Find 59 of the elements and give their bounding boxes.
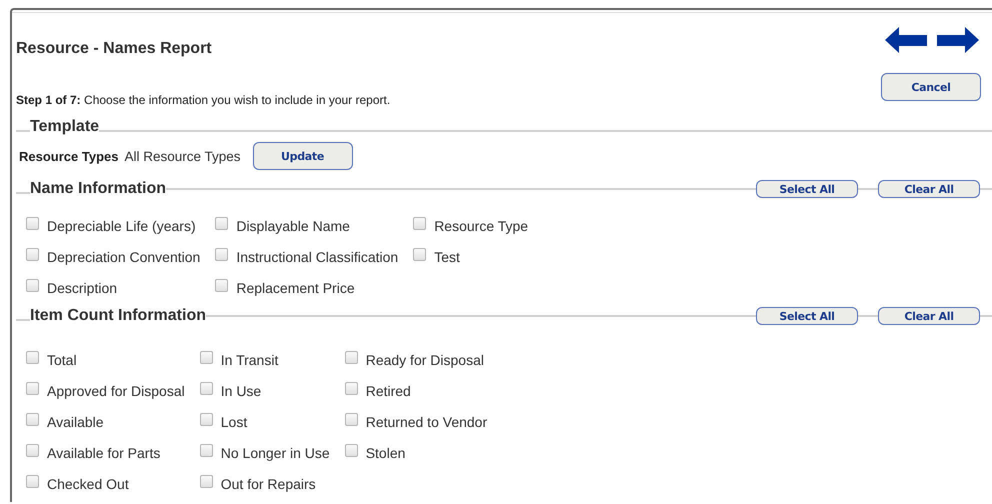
checkbox-label: Returned to Vendor	[366, 414, 488, 430]
checkbox-label: In Use	[220, 382, 262, 398]
checkbox-label: No Longer in Use	[220, 444, 330, 460]
field-value: All Resource Types	[124, 148, 241, 164]
checkbox[interactable]	[344, 444, 358, 457]
checkbox[interactable]	[215, 217, 228, 230]
checkbox-label: Description	[47, 280, 118, 296]
checkbox[interactable]	[344, 351, 358, 364]
checkbox[interactable]	[26, 382, 39, 395]
checkbox[interactable]	[344, 382, 358, 395]
checkbox[interactable]	[215, 279, 228, 292]
clear-all-button[interactable]: Clear All	[878, 180, 980, 198]
checkbox[interactable]	[26, 413, 39, 426]
field-label: Resource Types	[19, 148, 118, 164]
forward-arrow-icon[interactable]	[937, 27, 979, 53]
checkbox[interactable]	[200, 413, 213, 426]
checkbox-label: Retired	[366, 382, 411, 398]
checkbox-label: Resource Type	[434, 218, 528, 234]
checkbox-label: Out for Repairs	[220, 476, 316, 492]
checkbox[interactable]	[200, 475, 213, 488]
checkbox-label: Displayable Name	[236, 218, 350, 234]
select-all-button[interactable]: Select All	[756, 307, 858, 325]
checkbox-label: Available for Parts	[47, 444, 160, 460]
section-title: Template	[30, 118, 100, 136]
checkbox[interactable]	[413, 217, 426, 230]
checkbox[interactable]	[26, 217, 39, 230]
checkbox[interactable]	[26, 444, 39, 457]
checkbox[interactable]	[215, 248, 228, 261]
checkbox-label: Available	[47, 414, 104, 430]
checkbox-label: Checked Out	[47, 476, 129, 492]
checkbox-label: Depreciation Convention	[47, 248, 200, 264]
checkbox[interactable]	[200, 351, 213, 364]
section-title: Item Count Information	[30, 307, 206, 325]
section-title: Name Information	[30, 180, 166, 198]
checkbox-label: Ready for Disposal	[366, 352, 484, 368]
checkbox-label: Replacement Price	[236, 280, 355, 296]
checkbox[interactable]	[200, 444, 213, 457]
checkbox-label: Approved for Disposal	[47, 382, 185, 398]
back-arrow-icon[interactable]	[885, 27, 927, 53]
window-title: Resource - Names Report	[16, 40, 212, 58]
checkbox-label: Total	[47, 352, 77, 368]
cancel-button[interactable]: Cancel	[881, 73, 981, 101]
checkbox[interactable]	[413, 248, 426, 261]
checkbox-label: Instructional Classification	[236, 248, 398, 264]
checkbox[interactable]	[26, 351, 39, 364]
checkbox[interactable]	[26, 279, 39, 292]
checkbox-label: Stolen	[366, 444, 406, 460]
checkbox[interactable]	[26, 475, 39, 488]
update-button[interactable]: Update	[252, 142, 353, 170]
checkbox-label: Depreciable Life (years)	[47, 218, 196, 234]
checkbox[interactable]	[26, 248, 39, 261]
checkbox-label: In Transit	[220, 352, 278, 368]
step-instructions: Step 1 of 7: Choose the information you wish to include in your report.	[16, 93, 392, 107]
select-all-button[interactable]: Select All	[756, 180, 858, 198]
clear-all-button[interactable]: Clear All	[878, 307, 980, 325]
checkbox-label: Lost	[220, 414, 248, 430]
checkbox[interactable]	[200, 382, 213, 395]
checkbox[interactable]	[344, 413, 358, 426]
checkbox-label: Test	[434, 248, 460, 264]
